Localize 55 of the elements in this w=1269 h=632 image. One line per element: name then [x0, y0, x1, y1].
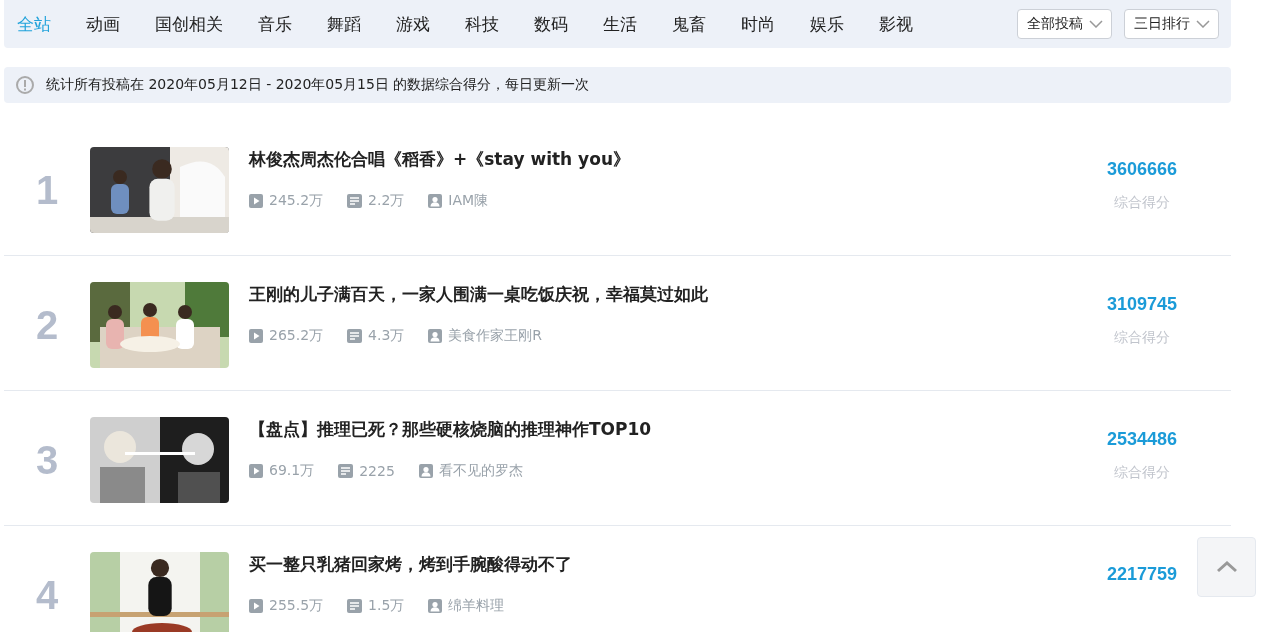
category-tab[interactable]: 动画: [86, 12, 120, 36]
score-label: 综合得分: [1114, 329, 1170, 347]
score-label: 综合得分: [1114, 464, 1170, 482]
chevron-down-icon: [1089, 20, 1103, 28]
filter-dropdown[interactable]: 全部投稿: [1017, 9, 1112, 39]
category-tab[interactable]: 时尚: [741, 12, 775, 36]
play-count: 69.1万: [269, 462, 315, 480]
notice-text: 统计所有投稿在 2020年05月12日 - 2020年05月15日 的数据综合得分，每日更新一次: [46, 76, 590, 94]
score-value: 2217759: [1106, 564, 1178, 585]
comment-icon: [347, 194, 363, 208]
video-title[interactable]: 王刚的儿子满百天，一家人围满一桌吃饭庆祝，幸福莫过如此: [249, 282, 1077, 306]
user-icon: [418, 464, 433, 478]
comment-count: 2.2万: [368, 192, 405, 210]
chevron-down-icon: [1196, 20, 1210, 28]
video-title[interactable]: 【盘点】推理已死？那些硬核烧脑的推理神作TOP10: [249, 417, 1077, 441]
user-icon: [428, 599, 443, 613]
category-tab[interactable]: 舞蹈: [327, 12, 361, 36]
play-count: 245.2万: [269, 192, 324, 210]
category-tab[interactable]: 数码: [534, 12, 568, 36]
score-value: 2534486: [1106, 429, 1178, 450]
category-tab[interactable]: 游戏: [396, 12, 430, 36]
user-icon: [428, 329, 443, 343]
comment-count: 1.5万: [368, 597, 405, 615]
chevron-up-icon: [1215, 561, 1238, 573]
score-value: 3606666: [1106, 159, 1178, 180]
category-tab[interactable]: 生活: [603, 12, 637, 36]
info-icon: [16, 76, 34, 94]
user-icon: [428, 194, 443, 208]
play-icon: [249, 194, 263, 208]
filter-dropdown[interactable]: 三日排行: [1124, 9, 1219, 39]
comment-icon: [338, 464, 354, 478]
comment-icon: [347, 599, 363, 613]
category-tab[interactable]: 娱乐: [810, 12, 844, 36]
back-to-top-button[interactable]: [1197, 537, 1256, 597]
category-tab[interactable]: 科技: [465, 12, 499, 36]
score-label: 综合得分: [1114, 194, 1170, 212]
play-icon: [249, 599, 263, 613]
comment-count: 4.3万: [368, 327, 405, 345]
play-icon: [249, 329, 263, 343]
play-icon: [249, 464, 263, 478]
rank-number: 4: [34, 572, 60, 619]
category-tab[interactable]: 音乐: [258, 12, 292, 36]
play-count: 265.2万: [269, 327, 324, 345]
category-tab[interactable]: 影视: [879, 12, 913, 36]
category-tab[interactable]: 鬼畜: [672, 12, 706, 36]
comment-icon: [347, 329, 363, 343]
play-count: 255.5万: [269, 597, 324, 615]
rank-number: 1: [34, 167, 60, 214]
comment-count: 2225: [359, 463, 395, 479]
video-title[interactable]: 买一整只乳猪回家烤，烤到手腕酸得动不了: [249, 552, 1077, 576]
category-tab[interactable]: 国创相关: [155, 12, 223, 36]
score-value: 3109745: [1106, 294, 1178, 315]
rank-number: 2: [34, 302, 60, 349]
video-title[interactable]: 林俊杰周杰伦合唱《稻香》+《stay with you》: [249, 147, 1077, 171]
rank-number: 3: [34, 437, 60, 484]
